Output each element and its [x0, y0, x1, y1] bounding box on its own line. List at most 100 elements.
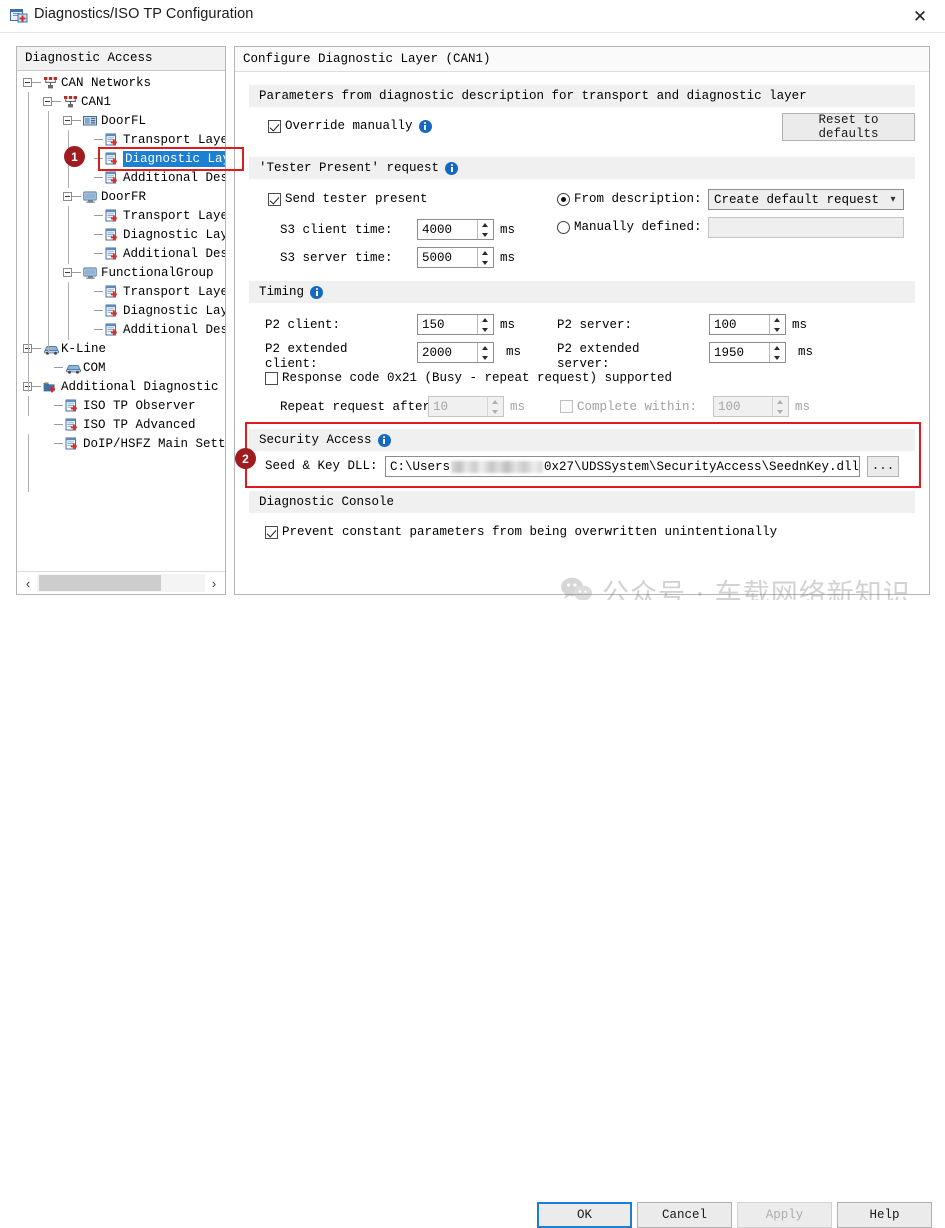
expander-collapse-icon[interactable] [23, 78, 32, 87]
stepper-up-icon[interactable] [770, 315, 785, 325]
tree-item-iso-tp-observer[interactable]: ISO TP Observer [43, 396, 196, 415]
from-description-radio[interactable] [557, 192, 570, 206]
from-description-row[interactable]: From description: [557, 192, 702, 206]
stepper-buttons[interactable] [769, 343, 785, 362]
tree-item-iso-tp-advanced[interactable]: ISO TP Advanced [43, 415, 196, 434]
p2-client-stepper[interactable]: 150 [417, 314, 494, 335]
p2-client-value[interactable]: 150 [418, 315, 477, 334]
tree-item-transport-layer[interactable]: Transport Layer [83, 130, 225, 149]
send-tester-present-checkbox[interactable] [268, 192, 281, 206]
tree-item-can1[interactable]: CAN1 [43, 92, 111, 111]
expander-collapse-icon[interactable] [43, 97, 52, 106]
stepper-up-icon[interactable] [488, 397, 503, 407]
tree-node-list[interactable]: CAN Networks CAN1 DoorFL Transport Layer Dia… [17, 71, 225, 571]
chevron-down-icon[interactable]: ▾ [883, 194, 903, 205]
seed-key-dll-input[interactable]: C:\Users 0x27\UDSSystem\SecurityAccess\Se… [385, 456, 860, 477]
scroll-left-icon[interactable]: ‹ [19, 572, 37, 594]
p2-extended-client-value[interactable]: 2000 [418, 343, 477, 362]
info-icon[interactable] [377, 433, 391, 447]
s3-server-time-value[interactable]: 5000 [418, 248, 477, 267]
tree-item-doorfl[interactable]: DoorFL [63, 111, 146, 130]
stepper-down-icon[interactable] [770, 353, 785, 363]
expander-collapse-icon[interactable] [63, 268, 72, 277]
stepper-buttons[interactable] [477, 315, 493, 334]
p2-extended-server-stepper[interactable]: 1950 [709, 342, 786, 363]
tree-item-can-networks[interactable]: CAN Networks [23, 73, 151, 92]
stepper-up-icon[interactable] [478, 220, 493, 230]
manually-defined-radio[interactable] [557, 220, 570, 234]
send-tester-present-row[interactable]: Send tester present [268, 192, 428, 206]
tree-item-additional-descr[interactable]: Additional Descr [83, 168, 225, 187]
stepper-buttons[interactable] [772, 397, 788, 416]
p2-extended-client-stepper[interactable]: 2000 [417, 342, 494, 363]
stepper-up-icon[interactable] [478, 343, 493, 353]
tree-item-additional-diagnostic-se[interactable]: Additional Diagnostic Se [23, 377, 225, 396]
tree-item-doorfr[interactable]: DoorFR [63, 187, 146, 206]
repeat-request-after-value[interactable]: 10 [429, 397, 487, 416]
expander-collapse-icon[interactable] [63, 192, 72, 201]
complete-within-value[interactable]: 100 [714, 397, 772, 416]
ok-button[interactable]: OK [537, 1202, 632, 1228]
tree-item-functionalgroup[interactable]: FunctionalGroup [63, 263, 214, 282]
response-code-checkbox[interactable] [265, 371, 278, 385]
s3-client-time-value[interactable]: 4000 [418, 220, 477, 239]
browse-seed-key-dll-button[interactable]: ... [867, 456, 899, 477]
p2-server-stepper[interactable]: 100 [709, 314, 786, 335]
stepper-down-icon[interactable] [478, 325, 493, 335]
layer-add-icon [105, 171, 120, 185]
info-icon[interactable] [418, 119, 432, 133]
info-icon[interactable] [310, 285, 324, 299]
repeat-request-after-stepper[interactable]: 10 [428, 396, 504, 417]
complete-within-row[interactable]: Complete within: 100 ms [560, 396, 810, 417]
complete-within-stepper[interactable]: 100 [713, 396, 789, 417]
tree-item-diagnostic-laye[interactable]: Diagnostic Laye [83, 225, 225, 244]
stepper-down-icon[interactable] [770, 325, 785, 335]
stepper-up-icon[interactable] [770, 343, 785, 353]
s3-server-time-stepper[interactable]: 5000 [417, 247, 494, 268]
tree-item-transport-layer[interactable]: Transport Layer [83, 206, 225, 225]
help-button[interactable]: Help [837, 1202, 932, 1228]
p2-extended-server-value[interactable]: 1950 [710, 343, 769, 362]
scroll-right-icon[interactable]: › [205, 572, 223, 594]
tree-item-transport-layer[interactable]: Transport Layer [83, 282, 225, 301]
stepper-buttons[interactable] [769, 315, 785, 334]
expander-collapse-icon[interactable] [63, 116, 72, 125]
p2-server-value[interactable]: 100 [710, 315, 769, 334]
info-icon[interactable] [445, 161, 459, 175]
stepper-buttons[interactable] [477, 220, 493, 239]
cancel-button[interactable]: Cancel [637, 1202, 732, 1228]
stepper-up-icon[interactable] [773, 397, 788, 407]
complete-within-checkbox[interactable] [560, 400, 573, 413]
tree-item-k-line[interactable]: K-Line [23, 339, 106, 358]
prevent-overwrite-row[interactable]: Prevent constant parameters from being o… [265, 525, 777, 539]
close-icon[interactable]: ✕ [903, 4, 937, 30]
p2-extended-server-label-line1: P2 extended [557, 342, 640, 356]
tree-item-diagnostic-layer[interactable]: Diagnostic Layer [83, 149, 225, 168]
stepper-up-icon[interactable] [478, 315, 493, 325]
tree-item-diagnostic-laye[interactable]: Diagnostic Laye [83, 301, 225, 320]
stepper-down-icon[interactable] [488, 407, 503, 417]
stepper-buttons[interactable] [487, 397, 503, 416]
reset-to-defaults-button[interactable]: Reset to defaults [782, 113, 915, 141]
override-manually-row[interactable]: Override manually [268, 119, 432, 133]
tree-horizontal-scrollbar[interactable]: ‹ › [17, 571, 225, 594]
tree-item-additional-desc[interactable]: Additional Desc [83, 320, 225, 339]
stepper-buttons[interactable] [477, 248, 493, 267]
s3-client-time-stepper[interactable]: 4000 [417, 219, 494, 240]
stepper-up-icon[interactable] [478, 248, 493, 258]
stepper-buttons[interactable] [477, 343, 493, 362]
manually-defined-input[interactable] [708, 217, 904, 238]
stepper-down-icon[interactable] [478, 353, 493, 363]
prevent-overwrite-checkbox[interactable] [265, 525, 278, 539]
from-description-combo[interactable]: Create default request ▾ [708, 189, 904, 210]
tree-item-additional-desc[interactable]: Additional Desc [83, 244, 225, 263]
override-manually-checkbox[interactable] [268, 119, 281, 133]
scrollbar-thumb[interactable] [39, 575, 161, 591]
stepper-down-icon[interactable] [773, 407, 788, 417]
response-code-row[interactable]: Response code 0x21 (Busy - repeat reques… [265, 371, 672, 385]
stepper-down-icon[interactable] [478, 230, 493, 240]
tree-item-doip-hsfz-main-settin[interactable]: DoIP/HSFZ Main Settin [43, 434, 225, 453]
manually-defined-row[interactable]: Manually defined: [557, 220, 702, 234]
stepper-down-icon[interactable] [478, 258, 493, 268]
tree-item-com[interactable]: COM [43, 358, 106, 377]
